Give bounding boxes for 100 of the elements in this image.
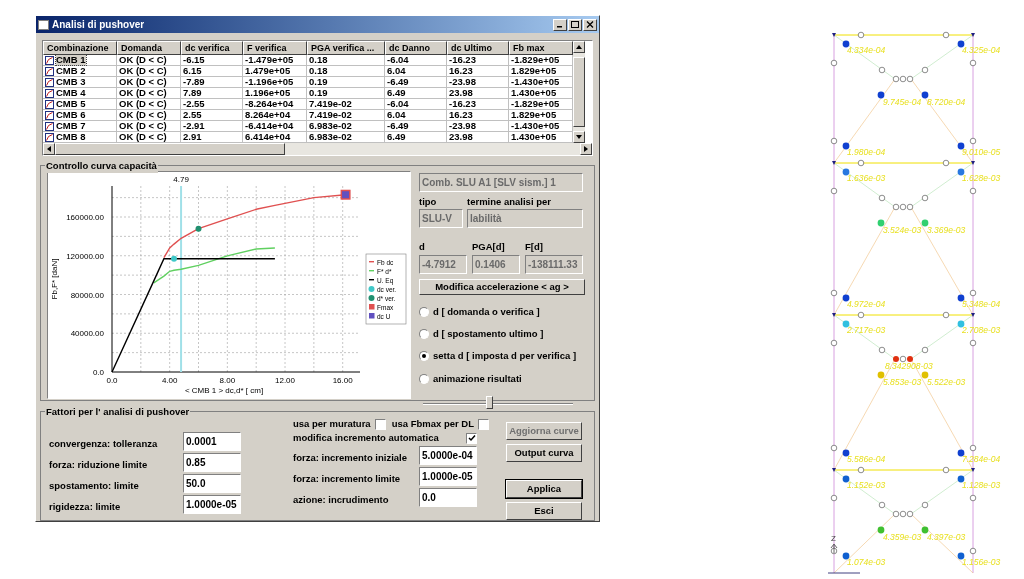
radio-button[interactable] <box>419 329 429 340</box>
column-header[interactable]: dc Danno <box>385 41 447 55</box>
curve-icon <box>45 132 54 142</box>
support-marker <box>832 468 836 472</box>
table-cell: 6.983e-02 <box>309 121 352 131</box>
table-cell: 7.89 <box>183 88 202 98</box>
maximize-button[interactable] <box>568 18 582 31</box>
hinge-node <box>969 547 977 555</box>
legend-swatch <box>368 295 375 301</box>
table-cell: -1.430e+05 <box>511 77 560 87</box>
table-cell[interactable]: CMB 1 <box>56 55 86 65</box>
table-cell: OK (D < C) <box>119 121 167 131</box>
support-marker <box>971 468 975 472</box>
table-cell: 0.18 <box>309 55 328 65</box>
column-header[interactable]: F verifica <box>243 41 307 55</box>
left-arrow-icon <box>47 146 51 152</box>
input-field[interactable]: 5.0000e-04 <box>419 446 477 465</box>
window-title: Analisi di pushover <box>52 18 145 32</box>
column-header[interactable]: Combinazione <box>43 41 117 55</box>
hinge-node <box>969 137 977 145</box>
table-cell: 23.98 <box>449 132 473 142</box>
table-cell: 7.419e-02 <box>309 110 352 120</box>
input-field[interactable]: 1.0000e-05 <box>419 467 477 486</box>
hinge-node <box>857 466 865 474</box>
vertical-scrollbar[interactable] <box>573 41 585 143</box>
input-field[interactable]: 0.85 <box>183 453 241 472</box>
table-cell: 0.18 <box>309 66 328 76</box>
group-title: Controllo curva capacità <box>45 159 158 174</box>
tick-label: 8.00 <box>219 376 236 385</box>
column-header[interactable]: Fb max <box>509 41 573 55</box>
table-cell: 0.19 <box>309 88 328 98</box>
table-cell[interactable]: CMB 4 <box>56 88 86 98</box>
displacement-label: 1.980e-04 <box>847 147 886 157</box>
table-cell: -6.49 <box>387 121 409 131</box>
displacement-label: 4.972e-04 <box>847 299 886 309</box>
modify-acceleration-button[interactable]: Modifica accelerazione < ag > <box>419 278 585 295</box>
input-field[interactable]: 0.0001 <box>183 432 241 451</box>
field-label: forza: incremento limite <box>293 471 401 486</box>
field-label: convergenza: tolleranza <box>49 436 158 451</box>
dialog-button[interactable]: Applica <box>506 480 582 498</box>
table-cell: 6.04 <box>387 110 406 120</box>
field-label: PGA[d] <box>472 240 506 255</box>
input-field[interactable]: 1.0000e-05 <box>183 495 241 514</box>
column-header[interactable]: PGA verifica ... <box>307 41 385 55</box>
tick-label: 16.00 <box>332 376 353 385</box>
table-cell: 1.430e+05 <box>511 88 557 98</box>
hinge-node <box>969 444 977 452</box>
checkbox[interactable] <box>478 418 489 430</box>
input-field[interactable]: 50.0 <box>183 474 241 493</box>
checkbox[interactable] <box>374 418 386 430</box>
tick-label: 80000.00 <box>70 290 104 300</box>
table-cell[interactable]: CMB 6 <box>56 110 86 120</box>
table-cell: 6.49 <box>387 132 406 142</box>
displacement-label: 1.152e-03 <box>847 480 886 490</box>
table-cell: 6.983e-02 <box>309 132 352 142</box>
displacement-label: 4.334e-04 <box>847 45 886 55</box>
table-cell[interactable]: CMB 2 <box>56 66 86 76</box>
slider-thumb[interactable] <box>486 395 493 409</box>
radio-button[interactable] <box>419 351 429 362</box>
table-cell[interactable]: CMB 7 <box>56 121 86 131</box>
table-cell: 16.23 <box>449 66 473 76</box>
tick-label: 0.0 <box>106 376 118 385</box>
field-label: termine analisi per <box>467 195 552 209</box>
table-cell: -7.89 <box>183 77 205 87</box>
axis-title: < CMB 1 > dc,d* [ cm] <box>184 386 264 395</box>
dialog-button[interactable]: Esci <box>506 502 582 520</box>
table-cell: -1.829e+05 <box>511 99 560 109</box>
support-marker <box>832 33 836 37</box>
table-cell: 1.196e+05 <box>245 88 291 98</box>
node-cluster <box>892 75 914 83</box>
curve-icon <box>45 99 54 109</box>
dialog-button[interactable]: Output curva <box>506 444 582 462</box>
table-cell[interactable]: CMB 8 <box>56 132 86 142</box>
displacement-label: 3.369e-03 <box>927 225 966 235</box>
horizontal-scrollbar[interactable] <box>43 143 592 155</box>
table-cell[interactable]: CMB 3 <box>56 77 86 87</box>
displacement-label: 2.708e-03 <box>962 325 1001 335</box>
minimize-button[interactable] <box>553 18 567 31</box>
checkbox[interactable] <box>466 432 477 444</box>
tick-label: 12.00 <box>275 376 296 385</box>
option-label: d [ spostamento ultimo ] <box>433 327 544 341</box>
radio-button[interactable] <box>419 306 429 317</box>
table-cell: -16.23 <box>449 55 476 65</box>
radio-button[interactable] <box>419 373 429 384</box>
hinge-node <box>942 31 950 39</box>
close-button[interactable] <box>583 18 597 31</box>
hinge-node <box>878 346 886 354</box>
table-cell: OK (D < C) <box>119 55 167 65</box>
column-header[interactable]: dc Ultimo <box>447 41 509 55</box>
table-cell: 1.430e+05 <box>511 132 557 142</box>
table-cell: 0.19 <box>309 77 328 87</box>
table-cell[interactable]: CMB 5 <box>56 99 86 109</box>
up-arrow-icon <box>576 45 582 49</box>
input-field[interactable]: 0.0 <box>419 488 477 507</box>
table-cell: OK (D < C) <box>119 99 167 109</box>
column-header[interactable]: dc verifica <box>181 41 243 55</box>
table-cell: 2.91 <box>183 132 202 142</box>
column-header[interactable]: Domanda <box>117 41 181 55</box>
table-cell: 8.264e+04 <box>245 110 291 120</box>
table-cell: -23.98 <box>449 121 476 131</box>
